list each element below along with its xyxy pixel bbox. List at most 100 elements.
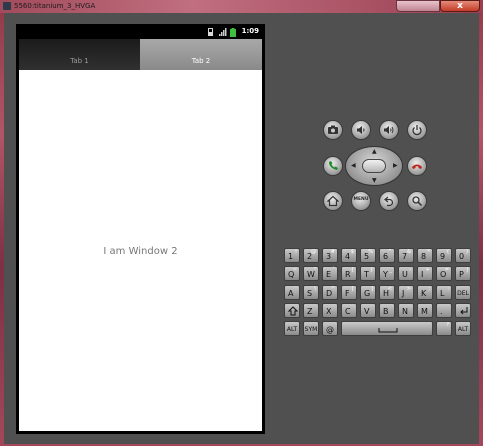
key-4[interactable]: 4 $ bbox=[341, 248, 357, 263]
key-n[interactable]: N bbox=[398, 303, 414, 318]
key-8[interactable]: 8 * bbox=[417, 248, 433, 263]
key-g[interactable]: G] bbox=[360, 285, 376, 300]
key-2[interactable]: 2 @ bbox=[303, 248, 319, 263]
key-e[interactable]: E ` bbox=[322, 266, 338, 281]
key-alt-right-label: ALT bbox=[457, 326, 469, 333]
tab-2-label: Tab 2 bbox=[191, 57, 211, 65]
key-c[interactable]: C bbox=[341, 303, 357, 318]
key-enter[interactable] bbox=[455, 303, 471, 318]
key-sym-label: SYM bbox=[304, 326, 318, 333]
key-l[interactable]: L: bbox=[436, 285, 452, 300]
home-icon bbox=[327, 195, 339, 207]
window-message: I am Window 2 bbox=[103, 246, 178, 257]
key-t[interactable]: T} bbox=[360, 266, 376, 281]
key-h[interactable]: H < bbox=[379, 285, 395, 300]
minimize-maximize-buttons[interactable] bbox=[396, 0, 440, 12]
key-h-alt-label: < bbox=[387, 286, 392, 292]
tab-bar: Tab 1 Tab 2 bbox=[19, 39, 262, 70]
key-0[interactable]: 0) bbox=[455, 248, 471, 263]
key-v[interactable]: V bbox=[360, 303, 376, 318]
volume-down-button[interactable] bbox=[351, 120, 371, 140]
camera-button[interactable] bbox=[323, 120, 343, 140]
end-call-button[interactable] bbox=[407, 156, 427, 176]
key-9[interactable]: 9( bbox=[436, 248, 452, 263]
key-q[interactable]: Q ~ bbox=[284, 266, 300, 281]
key-k[interactable]: K; bbox=[417, 285, 433, 300]
close-button[interactable]: x bbox=[440, 0, 480, 12]
key-0-label: 0 bbox=[459, 252, 465, 261]
key-4-alt-label: $ bbox=[350, 249, 354, 255]
key-shift[interactable] bbox=[284, 303, 300, 318]
key-r[interactable]: R{ bbox=[341, 266, 357, 281]
call-button[interactable] bbox=[323, 156, 343, 176]
key-j[interactable]: J > bbox=[398, 285, 414, 300]
key-p-alt-label: | bbox=[466, 267, 468, 273]
key-at[interactable]: @ bbox=[322, 321, 338, 336]
key-x[interactable]: X bbox=[322, 303, 338, 318]
key-q-alt-label: ~ bbox=[292, 267, 297, 273]
key-w[interactable]: W " bbox=[303, 266, 319, 281]
key-i-alt-label: + bbox=[425, 267, 430, 273]
key-u[interactable]: U- bbox=[398, 266, 414, 281]
key-3[interactable]: 3 # bbox=[322, 248, 338, 263]
power-button[interactable] bbox=[407, 120, 427, 140]
key-s-alt-label: \ bbox=[314, 286, 316, 292]
key-o[interactable]: O = bbox=[436, 266, 452, 281]
search-button[interactable] bbox=[407, 191, 427, 211]
key-1[interactable]: 1! bbox=[284, 248, 300, 263]
key-alt-right[interactable]: ALT bbox=[455, 321, 471, 336]
emulator-window: 1: 0 9 Tab 1 Tab 2 I am Window 2 ▲ ▼ ◀ ▶ M… bbox=[4, 13, 479, 444]
app-icon bbox=[3, 2, 11, 10]
key-m[interactable]: M bbox=[417, 303, 433, 318]
key-p[interactable]: P | bbox=[455, 266, 471, 281]
key-j-label: J bbox=[402, 289, 405, 298]
dpad-center-button[interactable] bbox=[362, 159, 386, 173]
key-y[interactable]: Y _ bbox=[379, 266, 395, 281]
window-title: 5560:titanium_3_HVGA bbox=[14, 2, 96, 10]
key-delete-label: DEL bbox=[457, 290, 469, 297]
key-a[interactable]: A ¨ bbox=[284, 285, 300, 300]
tab-2[interactable]: Tab 2 bbox=[140, 39, 262, 70]
tab-1-label: Tab 1 bbox=[70, 57, 89, 65]
menu-button[interactable]: MENU bbox=[351, 191, 371, 211]
key-9-label: 9 bbox=[440, 252, 446, 261]
back-button[interactable] bbox=[379, 191, 399, 211]
key-y-alt-label: _ bbox=[389, 267, 393, 273]
key-g-alt-label: ] bbox=[371, 286, 373, 292]
key-9-alt-label: ( bbox=[447, 249, 449, 255]
key-k-alt-label: ; bbox=[428, 286, 430, 292]
key-question[interactable]: ? bbox=[436, 321, 452, 336]
key-1-label: 1 bbox=[288, 252, 294, 261]
key-at-label: @ bbox=[326, 325, 334, 334]
key-z[interactable]: Z bbox=[303, 303, 319, 318]
home-button[interactable] bbox=[323, 191, 343, 211]
key-7[interactable]: 7 & bbox=[398, 248, 414, 263]
tab-1[interactable]: Tab 1 bbox=[19, 39, 140, 70]
key-g-label: G bbox=[364, 289, 371, 298]
key-sym[interactable]: SYM bbox=[303, 321, 319, 336]
key-b-label: B bbox=[383, 307, 389, 316]
key-6[interactable]: 6 ^ bbox=[379, 248, 395, 263]
key-8-label: 8 bbox=[421, 252, 427, 261]
key-delete[interactable]: DEL bbox=[455, 285, 471, 300]
key-space[interactable] bbox=[341, 321, 433, 336]
key-period[interactable]: . bbox=[436, 303, 452, 318]
key-d[interactable]: D ^ bbox=[322, 285, 338, 300]
key-alt-left[interactable]: ALT bbox=[284, 321, 300, 336]
volume-up-button[interactable] bbox=[379, 120, 399, 140]
key-5[interactable]: 5% bbox=[360, 248, 376, 263]
key-i[interactable]: I + bbox=[417, 266, 433, 281]
battery-icon bbox=[230, 28, 236, 37]
key-p-label: P bbox=[459, 270, 464, 279]
key-f-label: F bbox=[345, 289, 350, 298]
key-s[interactable]: S \ bbox=[303, 285, 319, 300]
key-s-label: S bbox=[307, 289, 313, 298]
key-f[interactable]: F[ bbox=[341, 285, 357, 300]
key-v-label: V bbox=[364, 307, 370, 316]
volume-up-icon bbox=[384, 126, 394, 134]
key-l-alt-label: : bbox=[447, 286, 449, 292]
back-icon bbox=[384, 196, 394, 207]
dpad[interactable]: ▲ ▼ ◀ ▶ bbox=[345, 146, 403, 186]
key-i-label: I bbox=[421, 270, 424, 279]
key-b[interactable]: B bbox=[379, 303, 395, 318]
